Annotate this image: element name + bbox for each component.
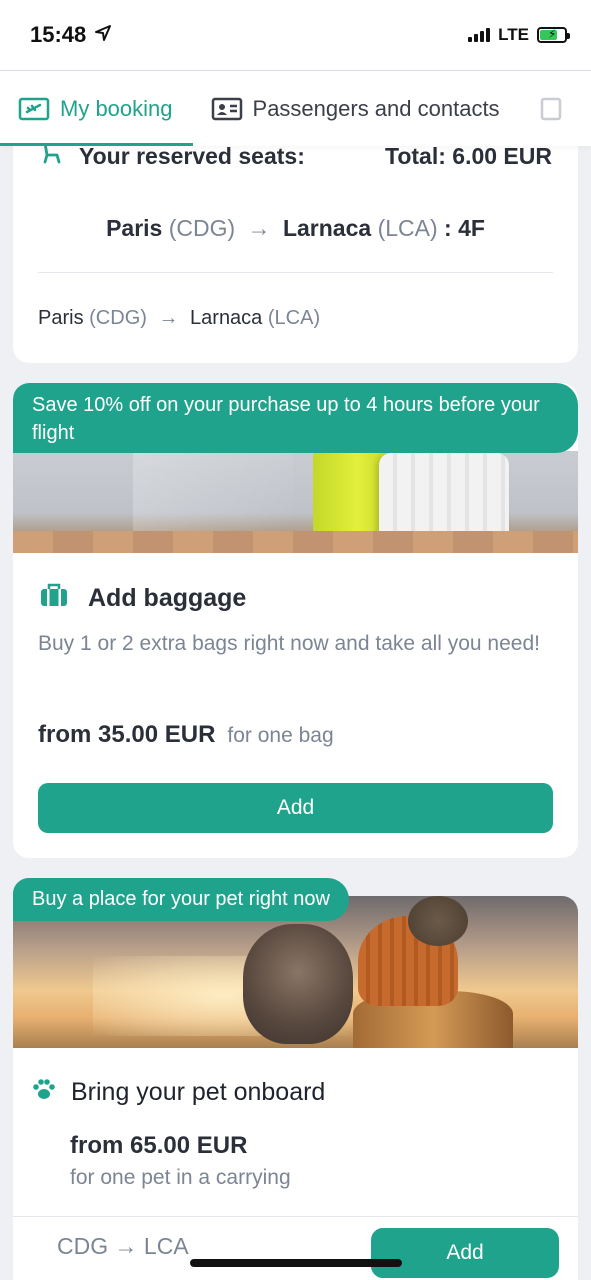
route-to: LCA bbox=[143, 1233, 189, 1259]
seat-segment-sub: Paris (CDG) → Larnaca (LCA) bbox=[38, 307, 320, 330]
pet-footer-bar: CDG → LCA Add bbox=[13, 1216, 578, 1280]
seats-title: Your reserved seats: bbox=[79, 142, 305, 169]
document-icon bbox=[538, 96, 564, 122]
reserved-seats-card: Your reserved seats: Total: 6.00 EUR Par… bbox=[13, 120, 578, 363]
status-left: 15:48 bbox=[30, 22, 112, 48]
status-bar: 15:48 LTE ⚡ bbox=[0, 0, 591, 70]
segment-to: Larnaca bbox=[190, 307, 263, 329]
pet-title: Bring your pet onboard bbox=[71, 1078, 326, 1106]
add-baggage-card: Save 10% off on your purchase up to 4 ho… bbox=[13, 383, 578, 858]
arrow-right-icon: → bbox=[114, 1233, 138, 1259]
status-right: LTE ⚡ bbox=[468, 25, 570, 45]
paw-icon bbox=[31, 1076, 57, 1109]
segment-seat: : 4F bbox=[444, 215, 485, 241]
id-card-icon bbox=[211, 96, 243, 122]
pet-price-note: for one pet in a carrying bbox=[70, 1166, 291, 1189]
baggage-promo-banner: Save 10% off on your purchase up to 4 ho… bbox=[13, 383, 578, 453]
battery-icon: ⚡ bbox=[537, 27, 570, 43]
baggage-title-row: Add baggage bbox=[40, 583, 246, 614]
suitcase-icon bbox=[40, 583, 68, 614]
pet-promo-banner: Buy a place for your pet right now bbox=[13, 878, 349, 921]
pet-price: from 65.00 EUR bbox=[70, 1132, 248, 1159]
arrow-right-icon: → bbox=[158, 307, 179, 329]
pet-title-row: Bring your pet onboard bbox=[31, 1076, 325, 1109]
pet-onboard-card: Bring your pet onboard from 65.00 EUR fo… bbox=[13, 896, 578, 1280]
plane-ticket-icon bbox=[18, 96, 50, 122]
segment-from-code: (CDG) bbox=[89, 307, 147, 329]
status-time: 15:48 bbox=[30, 22, 87, 47]
home-indicator[interactable] bbox=[190, 1259, 402, 1267]
seat-segment-main: Paris (CDG) → Larnaca (LCA) : 4F bbox=[13, 215, 578, 242]
tab-passengers-contacts[interactable]: Passengers and contacts bbox=[211, 71, 500, 146]
network-type: LTE bbox=[498, 25, 529, 44]
tab-label: Passengers and contacts bbox=[252, 95, 500, 121]
baggage-title: Add baggage bbox=[88, 584, 247, 612]
tab-more[interactable] bbox=[538, 71, 564, 146]
route-from: CDG bbox=[57, 1233, 109, 1259]
add-pet-button[interactable]: Add bbox=[371, 1228, 559, 1278]
baggage-description: Buy 1 or 2 extra bags right now and take… bbox=[38, 632, 540, 655]
arrow-right-icon: → bbox=[247, 215, 271, 241]
dog-figure bbox=[243, 924, 353, 1044]
baggage-price: from 35.00 EUR bbox=[38, 721, 216, 748]
baggage-image bbox=[13, 451, 578, 553]
baggage-price-note: for one bag bbox=[227, 724, 334, 747]
segment-from: Paris bbox=[106, 215, 163, 241]
tab-bar: My booking Passengers and contacts bbox=[0, 70, 591, 146]
baggage-price-row: from 35.00 EUR for one bag bbox=[38, 721, 334, 749]
divider bbox=[38, 272, 553, 273]
segment-to-code: (LCA) bbox=[377, 215, 438, 241]
segment-from: Paris bbox=[38, 307, 84, 329]
pet-route: CDG → LCA bbox=[57, 1233, 189, 1260]
segment-from-code: (CDG) bbox=[168, 215, 236, 241]
segment-to: Larnaca bbox=[282, 215, 372, 241]
seats-total: Total: 6.00 EUR bbox=[385, 142, 552, 169]
signal-icon bbox=[468, 28, 491, 42]
segment-to-code: (LCA) bbox=[267, 307, 321, 329]
location-arrow-icon bbox=[94, 24, 112, 47]
add-baggage-button[interactable]: Add bbox=[38, 783, 553, 833]
tab-my-booking[interactable]: My booking bbox=[0, 71, 192, 146]
tab-label: My booking bbox=[60, 95, 173, 121]
